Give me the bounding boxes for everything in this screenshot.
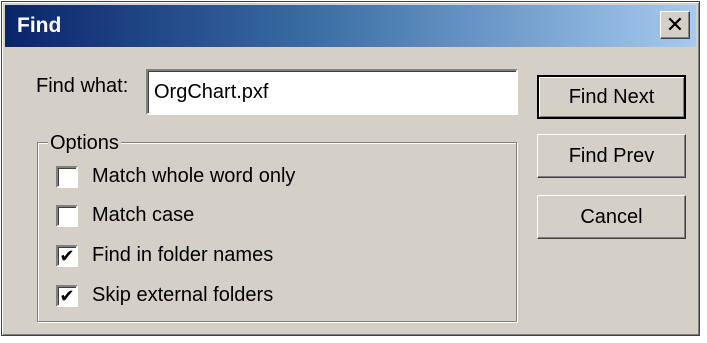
checkmark-icon: ✔ <box>59 285 75 306</box>
title-bar[interactable]: Find ✕ <box>5 5 696 47</box>
skip-external-folders-checkbox[interactable]: ✔ <box>56 284 78 307</box>
checkmark-icon: ✔ <box>59 245 75 266</box>
option-label: Match whole word only <box>92 165 296 187</box>
close-button[interactable]: ✕ <box>660 11 690 39</box>
option-match-whole-word[interactable]: Match whole word only <box>56 165 295 188</box>
find-what-input[interactable] <box>146 69 518 115</box>
find-in-folder-names-checkbox[interactable]: ✔ <box>56 244 78 267</box>
match-whole-word-checkbox[interactable] <box>56 165 78 188</box>
dialog-title: Find <box>17 14 62 37</box>
find-next-button[interactable]: Find Next <box>537 75 686 119</box>
option-label: Find in folder names <box>92 244 274 266</box>
find-prev-button[interactable]: Find Prev <box>537 134 686 178</box>
option-find-in-folder-names[interactable]: ✔ Find in folder names <box>56 244 273 267</box>
cancel-button[interactable]: Cancel <box>537 195 686 239</box>
option-label: Skip external folders <box>92 284 274 306</box>
option-label: Match case <box>92 204 195 226</box>
match-case-checkbox[interactable] <box>56 204 78 227</box>
option-skip-external-folders[interactable]: ✔ Skip external folders <box>56 284 273 307</box>
option-match-case[interactable]: Match case <box>56 204 194 227</box>
options-legend: Options <box>48 132 121 155</box>
find-what-label: Find what: <box>36 75 129 97</box>
close-icon: ✕ <box>665 12 685 37</box>
